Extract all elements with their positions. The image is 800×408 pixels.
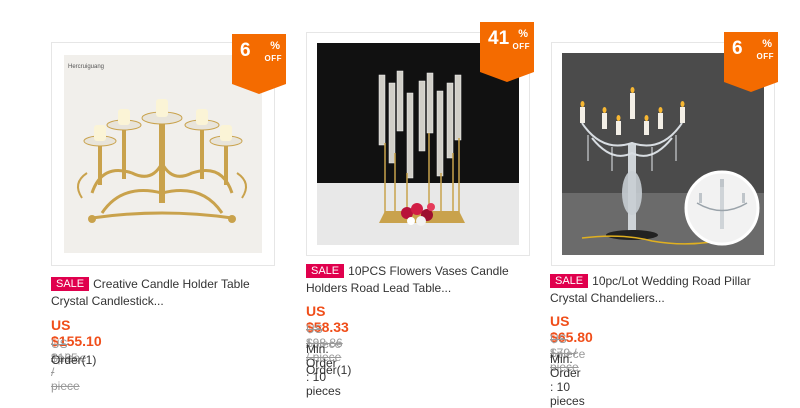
discount-value: 6 — [732, 38, 743, 59]
image-watermark: Hercruiguang — [68, 64, 104, 70]
title-line-1[interactable]: Creative Candle Holder Table — [93, 277, 250, 291]
discount-value: 6 — [240, 40, 251, 61]
sale-badge: SALE — [550, 274, 589, 288]
discount-value: 41 — [488, 28, 510, 49]
sale-badge: SALE — [306, 264, 345, 278]
product-title-2[interactable]: SALE 10PCS Flowers Vases Candle Holders R… — [306, 263, 538, 297]
percent-sign: % — [270, 40, 280, 52]
discount-badge-2: 41 % OFF — [480, 22, 534, 82]
product-title-3[interactable]: SALE 10pc/Lot Wedding Road Pillar Crystal… — [550, 273, 782, 307]
discount-badge-3: 6 % OFF — [724, 32, 778, 92]
percent-sign: % — [762, 38, 772, 50]
off-label: OFF — [264, 54, 282, 63]
title-line-2[interactable]: Crystal Candlestick... — [51, 294, 164, 308]
off-label: OFF — [512, 42, 530, 51]
title-line-1[interactable]: 10pc/Lot Wedding Road Pillar — [592, 274, 751, 288]
product-title-1[interactable]: SALE Creative Candle Holder Table Crystal… — [51, 276, 283, 310]
order-count-1: Order(1) — [51, 353, 97, 367]
order-count-2: Order(1) — [306, 363, 352, 377]
sale-badge: SALE — [51, 277, 90, 291]
title-line-1[interactable]: 10PCS Flowers Vases Candle — [348, 264, 509, 278]
off-label: OFF — [756, 52, 774, 61]
title-line-2[interactable]: Holders Road Lead Table... — [306, 281, 451, 295]
discount-badge-1: 6 % OFF — [232, 34, 286, 94]
percent-sign: % — [518, 28, 528, 40]
title-line-2[interactable]: Crystal Chandeliers... — [550, 291, 665, 305]
